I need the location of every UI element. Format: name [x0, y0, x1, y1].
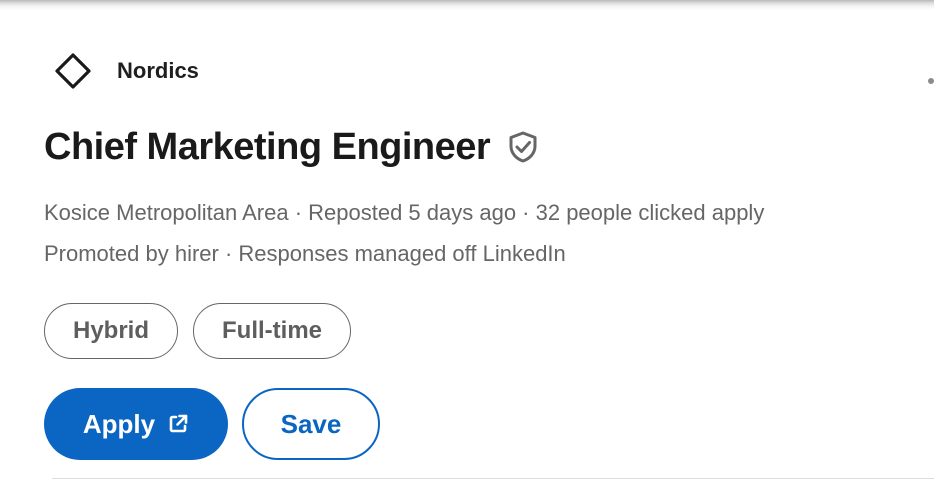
- company-name[interactable]: Nordics: [117, 58, 199, 84]
- save-button[interactable]: Save: [242, 388, 380, 460]
- apply-button-label: Apply: [82, 408, 156, 439]
- apply-button[interactable]: Apply: [44, 388, 228, 460]
- section-divider: [52, 478, 934, 479]
- company-row: Nordics: [44, 50, 924, 92]
- scroll-indicator-dot: [928, 78, 934, 84]
- top-edge-shadow: [0, 0, 934, 10]
- chip-workplace-hybrid[interactable]: Hybrid: [44, 303, 179, 359]
- chip-job-type-full-time[interactable]: Full-time: [193, 303, 352, 359]
- diamond-outline-icon[interactable]: [52, 50, 94, 92]
- job-attribute-chips: Hybrid Full-time: [44, 303, 924, 359]
- job-title-row: Chief Marketing Engineer: [44, 125, 924, 169]
- job-meta-promoted: Promoted by hirer · Responses managed of…: [44, 241, 566, 266]
- verified-shield-check-icon[interactable]: [506, 130, 540, 164]
- external-link-icon: [167, 413, 189, 435]
- job-title: Chief Marketing Engineer: [44, 125, 491, 168]
- job-meta-location-posted: Kosice Metropolitan Area · Reposted 5 da…: [44, 200, 765, 225]
- job-actions: Apply Save: [44, 388, 924, 460]
- job-details-card: Nordics Chief Marketing Engineer Kosice …: [44, 50, 924, 460]
